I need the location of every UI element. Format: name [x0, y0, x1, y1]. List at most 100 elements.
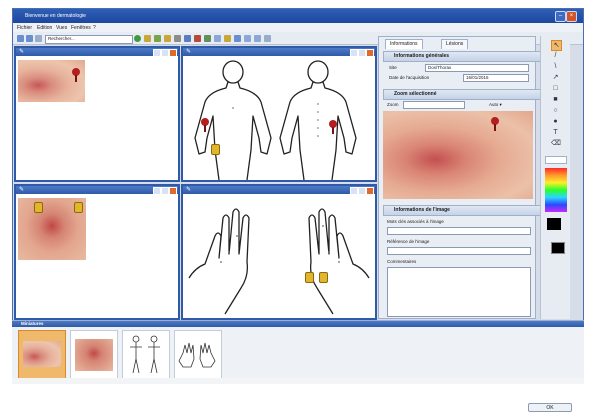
text-icon[interactable]: T: [551, 128, 560, 137]
marker-icon[interactable]: [74, 202, 83, 213]
close-icon[interactable]: ×: [566, 11, 577, 22]
site-field[interactable]: Dos/Thorax: [425, 64, 529, 72]
pencil-icon[interactable]: ✎: [19, 187, 24, 193]
zoom-icon[interactable]: [224, 35, 231, 42]
lesion-pin[interactable]: [72, 68, 80, 82]
layout-icon[interactable]: [204, 35, 211, 42]
restore-icon[interactable]: [358, 187, 366, 195]
pen-icon[interactable]: /: [551, 51, 560, 60]
section-zoom[interactable]: Zoom sélectionné: [383, 89, 545, 100]
thumbnail-item[interactable]: [70, 330, 118, 380]
maximize-icon[interactable]: [350, 49, 358, 57]
close-icon[interactable]: [169, 49, 177, 57]
maximize-icon[interactable]: [153, 49, 161, 57]
grid-icon[interactable]: [214, 35, 221, 42]
settings-icon[interactable]: [264, 35, 271, 42]
comments-field[interactable]: [387, 267, 531, 317]
section-image-info[interactable]: Informations de l'image: [383, 205, 545, 216]
viewer-panel-body-map[interactable]: ✎: [181, 46, 377, 182]
ellipse-icon[interactable]: ○: [551, 106, 560, 115]
menu-views[interactable]: Vues: [56, 25, 67, 31]
thumbnail-item[interactable]: [18, 330, 66, 380]
close-icon[interactable]: [366, 187, 374, 195]
thumbnail-item[interactable]: [174, 330, 222, 380]
separator: [12, 378, 584, 384]
minimize-icon[interactable]: –: [555, 11, 566, 22]
line-icon[interactable]: \: [551, 62, 560, 71]
maximize-icon[interactable]: [153, 187, 161, 195]
filled-ellipse-icon[interactable]: ●: [551, 117, 560, 126]
title-bar: Bienvenue en dermatologie – ×: [13, 9, 583, 23]
restore-icon[interactable]: [161, 187, 169, 195]
save-icon[interactable]: [164, 35, 171, 42]
color-swatch-primary[interactable]: [547, 218, 561, 230]
date-field[interactable]: 16/01/2015: [463, 74, 529, 82]
viewer-panel-hands[interactable]: ✎: [181, 184, 377, 320]
zoom-preview-photo: [383, 111, 533, 199]
home-icon[interactable]: [35, 35, 42, 42]
menu-windows[interactable]: Fenêtres: [71, 25, 91, 31]
keywords-field[interactable]: [387, 227, 531, 235]
thumbnail-hands-drawing: [178, 342, 216, 368]
field-label-date: Date de l'acquisition: [389, 75, 430, 80]
close-icon[interactable]: [366, 49, 374, 57]
filled-rect-icon[interactable]: ■: [551, 95, 560, 104]
compare-icon[interactable]: [194, 35, 201, 42]
lesion-pin[interactable]: [491, 117, 501, 135]
thumbnail-item[interactable]: [122, 330, 170, 380]
zoom-label: Zoom: [387, 102, 399, 107]
pencil-icon[interactable]: ✎: [186, 49, 191, 55]
color-picker[interactable]: [545, 168, 567, 212]
restore-icon[interactable]: [161, 49, 169, 57]
marker-icon[interactable]: [211, 144, 220, 155]
color-swatch-secondary[interactable]: [551, 242, 565, 254]
tab-lesions[interactable]: Lésions: [441, 39, 469, 49]
import-icon[interactable]: [154, 35, 161, 42]
line-width-select[interactable]: [545, 156, 567, 164]
redo-icon[interactable]: [254, 35, 261, 42]
tab-informations[interactable]: Informations: [385, 39, 423, 49]
lesion-pin[interactable]: [329, 120, 337, 134]
zoom-slider[interactable]: [403, 101, 465, 109]
rectangle-icon[interactable]: □: [551, 84, 560, 93]
viewer-header: ✎: [16, 186, 178, 195]
menu-file[interactable]: Fichier: [17, 25, 32, 31]
viewer-panel-closeup-arm[interactable]: ✎: [14, 46, 180, 182]
menu-help[interactable]: ?: [93, 25, 96, 31]
maximize-icon[interactable]: [350, 187, 358, 195]
reference-field[interactable]: [387, 247, 531, 255]
viewer-header: ✎: [183, 48, 375, 57]
thumbnail-photo: [23, 341, 61, 367]
section-general-info[interactable]: Informations générales: [383, 51, 545, 62]
field-label-site: Site: [389, 65, 397, 70]
arrow-icon[interactable]: [234, 35, 241, 42]
viewer-panel-closeup-skin[interactable]: ✎: [14, 184, 180, 320]
forward-icon[interactable]: [26, 35, 33, 42]
back-icon[interactable]: [17, 35, 24, 42]
menu-edit[interactable]: Edition: [37, 25, 52, 31]
pencil-icon[interactable]: ✎: [186, 187, 191, 193]
camera-icon[interactable]: [184, 35, 191, 42]
thumbnail-strip-header: Miniatures: [12, 321, 584, 327]
window-title: Bienvenue en dermatologie: [25, 13, 86, 19]
search-input[interactable]: Rechercher...: [45, 35, 133, 44]
close-icon[interactable]: [169, 187, 177, 195]
eraser-icon[interactable]: ⌫: [551, 139, 561, 148]
marker-icon[interactable]: [305, 272, 314, 283]
body-outline-drawing: [194, 60, 357, 180]
folder-icon[interactable]: [144, 35, 151, 42]
undo-icon[interactable]: [244, 35, 251, 42]
pencil-icon[interactable]: ✎: [19, 49, 24, 55]
lesion-pin[interactable]: [201, 118, 209, 132]
marker-icon[interactable]: [319, 272, 328, 283]
arrow-icon[interactable]: ↗: [551, 73, 560, 82]
print-icon[interactable]: [174, 35, 181, 42]
restore-icon[interactable]: [358, 49, 366, 57]
keywords-label: Mots clés associés à l'image: [387, 219, 444, 224]
search-input-text: Rechercher...: [48, 36, 75, 41]
pointer-icon[interactable]: ↖: [551, 40, 562, 51]
zoom-mode[interactable]: Auto ▾: [489, 102, 502, 108]
hands-outline-drawing: [188, 208, 370, 315]
go-icon[interactable]: [134, 35, 141, 42]
marker-icon[interactable]: [34, 202, 43, 213]
